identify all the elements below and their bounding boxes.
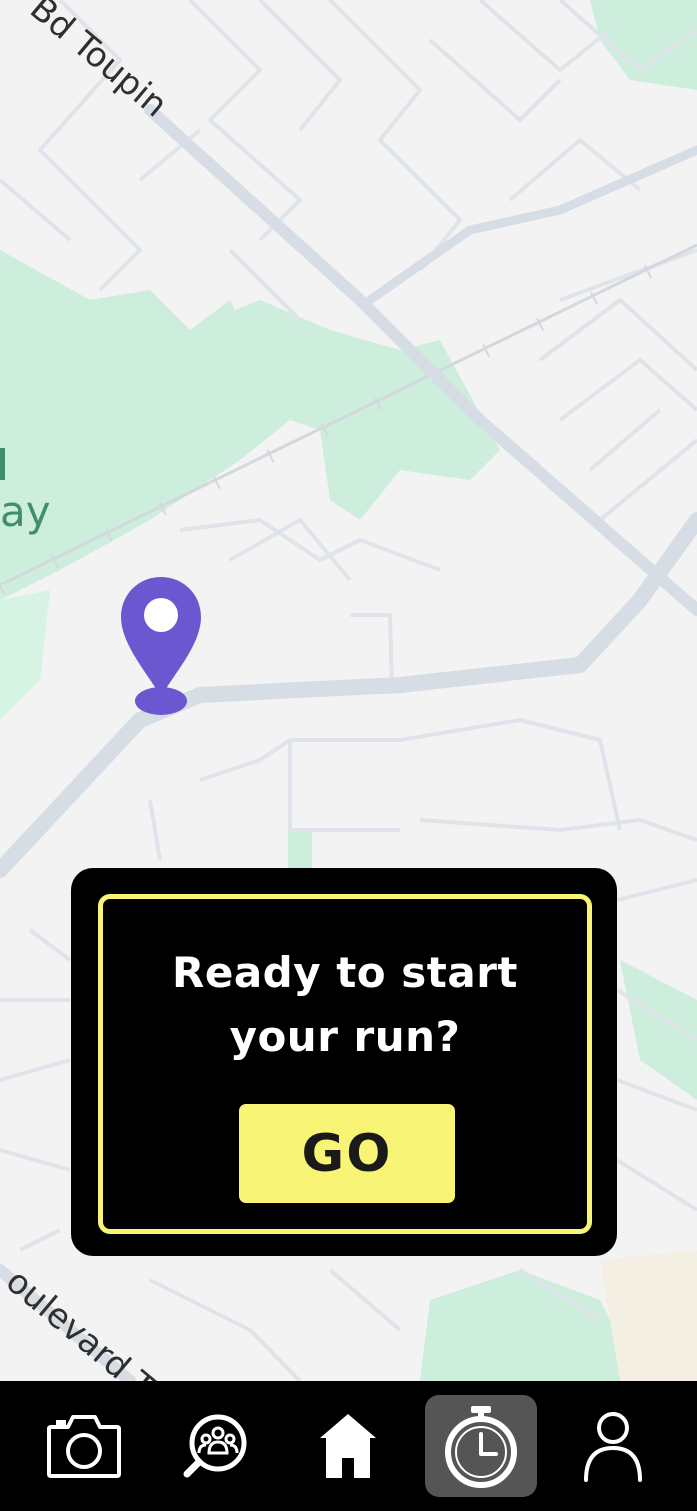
start-run-card-frame: Ready to start your run? GO: [98, 894, 592, 1234]
nav-item-run-timer[interactable]: [425, 1395, 537, 1497]
nav-item-camera[interactable]: [28, 1395, 140, 1497]
profile-icon: [583, 1410, 643, 1482]
start-run-prompt: Ready to start your run?: [103, 941, 587, 1069]
bottom-nav-bar: [0, 1381, 697, 1511]
nav-item-home[interactable]: [292, 1395, 404, 1497]
nav-item-community[interactable]: [159, 1395, 271, 1497]
app-screen: Bd Toupin oulevard T ay Ready to start y…: [0, 0, 697, 1511]
go-button[interactable]: GO: [239, 1104, 455, 1203]
community-search-icon: [182, 1413, 248, 1479]
prompt-line-1: Ready to start: [172, 948, 518, 997]
camera-icon: [46, 1413, 122, 1479]
nav-item-profile[interactable]: [557, 1395, 669, 1497]
stopwatch-icon: [444, 1404, 518, 1488]
park-label: ay: [0, 487, 51, 536]
prompt-line-2: your run?: [229, 1012, 461, 1061]
home-icon: [318, 1412, 378, 1480]
location-pin-icon[interactable]: [119, 575, 203, 717]
start-run-card: Ready to start your run? GO: [71, 868, 617, 1256]
